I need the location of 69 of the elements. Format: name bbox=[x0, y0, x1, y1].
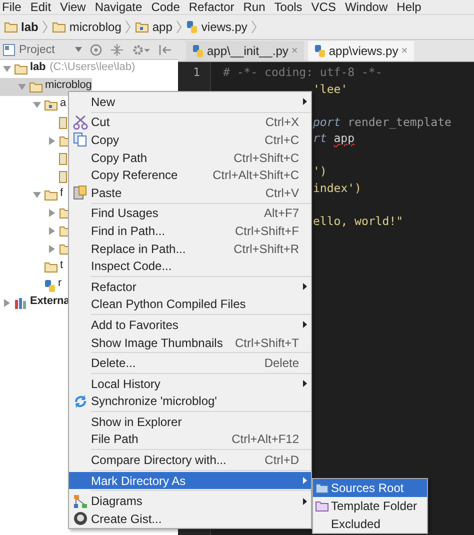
hide-icon bbox=[159, 44, 171, 56]
settings-icon bbox=[132, 44, 150, 56]
python-file-icon bbox=[44, 279, 56, 293]
python-file-icon bbox=[314, 44, 326, 58]
folder-icon bbox=[44, 189, 58, 201]
collapse-icon bbox=[111, 44, 123, 56]
panel-icon bbox=[3, 44, 15, 56]
file-icon bbox=[59, 153, 67, 165]
folder-icon bbox=[315, 482, 329, 494]
menu-item[interactable]: Run bbox=[243, 0, 266, 14]
breadcrumb[interactable]: microblog bbox=[52, 20, 122, 34]
chevron-icon bbox=[176, 20, 182, 34]
highlighted-menu-item[interactable]: Mark Directory As bbox=[69, 472, 311, 490]
python-file-icon bbox=[186, 20, 198, 34]
menu-item[interactable]: View bbox=[60, 0, 86, 14]
folder-icon bbox=[135, 21, 150, 33]
editor-tab[interactable]: app\views.py × bbox=[308, 41, 414, 61]
code-line: # -*- coding: utf-8 -*- bbox=[223, 64, 382, 80]
chevron-icon bbox=[42, 20, 48, 34]
code-line: port render_template bbox=[313, 114, 452, 130]
folder-icon bbox=[52, 21, 66, 33]
tree-row[interactable]: lab (C:\Users\lee\lab) bbox=[0, 60, 136, 78]
code-line: ello, world!" bbox=[313, 212, 404, 229]
code-line: index') bbox=[313, 180, 362, 196]
menu-item[interactable]: Tools bbox=[274, 0, 302, 14]
menu-item[interactable]: Refactor bbox=[188, 0, 234, 14]
menu-item[interactable]: Edit bbox=[30, 0, 52, 14]
menu-item[interactable]: Help bbox=[396, 0, 422, 14]
menu-item[interactable]: Code bbox=[151, 0, 180, 14]
folder-icon bbox=[44, 99, 58, 111]
tree-row[interactable]: f bbox=[0, 186, 63, 204]
tree-row[interactable]: r bbox=[0, 276, 62, 294]
menu-item[interactable]: File bbox=[2, 0, 22, 14]
code-line: ') bbox=[313, 163, 327, 180]
library-icon bbox=[14, 297, 28, 309]
dropdown-icon bbox=[75, 47, 82, 52]
menu-item[interactable]: Window bbox=[344, 0, 388, 14]
folder-icon bbox=[4, 21, 18, 33]
selected-tree-row[interactable]: microblog bbox=[0, 78, 92, 96]
folder-icon bbox=[14, 63, 28, 75]
tree-row[interactable]: a bbox=[0, 96, 66, 114]
menu-item[interactable]: Excluded bbox=[313, 515, 427, 533]
copy-icon bbox=[72, 132, 88, 148]
breadcrumb[interactable]: lab bbox=[4, 20, 38, 34]
code-line: rt app bbox=[313, 130, 355, 146]
chevron-icon bbox=[125, 20, 132, 34]
menu-item[interactable]: Navigate bbox=[94, 0, 142, 14]
folder-icon bbox=[44, 261, 58, 273]
folder-icon bbox=[29, 81, 43, 93]
file-icon bbox=[59, 117, 67, 129]
diagram-icon bbox=[72, 494, 88, 509]
scissors-icon bbox=[72, 114, 88, 130]
breadcrumb[interactable]: app bbox=[135, 20, 172, 34]
python-file-icon bbox=[192, 44, 204, 58]
tree-row[interactable]: Externa bbox=[0, 294, 70, 312]
sync-icon bbox=[72, 394, 88, 409]
folder-icon bbox=[315, 500, 329, 512]
chevron-icon bbox=[251, 20, 258, 34]
file-icon bbox=[59, 171, 67, 183]
tree-row[interactable]: t bbox=[0, 258, 63, 276]
code-line: 'lee' bbox=[313, 80, 348, 97]
highlighted-menu-item[interactable]: Sources Root bbox=[313, 479, 427, 497]
editor-tab[interactable]: app\__init__.py × bbox=[186, 41, 304, 61]
paste-icon bbox=[72, 185, 88, 200]
target-icon bbox=[90, 44, 102, 56]
line-number: 1 bbox=[192, 64, 201, 80]
breadcrumb[interactable]: views.py bbox=[186, 20, 248, 34]
menu-item[interactable]: Template Folder bbox=[313, 497, 427, 515]
menu-item[interactable]: VCS bbox=[311, 0, 336, 14]
